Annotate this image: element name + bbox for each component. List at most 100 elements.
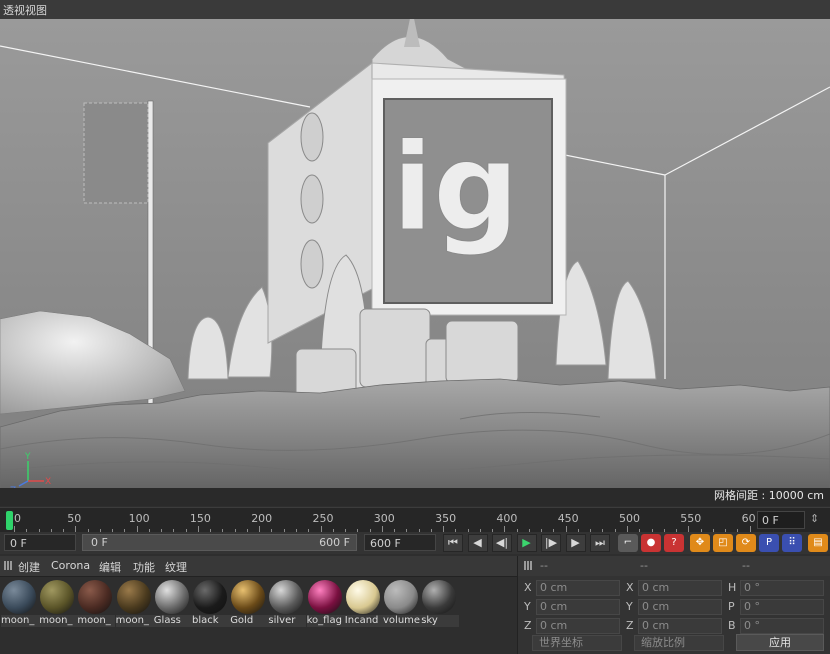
material-preview-icon: [193, 580, 227, 614]
material-swatch[interactable]: sky: [421, 579, 460, 627]
material-preview-icon: [40, 580, 75, 614]
material-name: moon_: [115, 615, 154, 627]
prev-frame-button[interactable]: ◀|: [492, 534, 512, 552]
next-frame-button[interactable]: |▶: [541, 534, 561, 552]
scale-key-button[interactable]: ◰: [713, 534, 733, 552]
coord-axis-label: Z: [524, 619, 532, 632]
material-swatch[interactable]: silver: [268, 579, 307, 627]
timeline-ruler[interactable]: 0 50 100 150 200 250 300 350 400 450 500 550 60 0 F …: [0, 507, 830, 533]
end-frame-field[interactable]: 600 F: [364, 534, 436, 551]
material-preview-icon: [154, 580, 189, 614]
material-menu-item[interactable]: 编辑: [99, 559, 121, 575]
coord-header-rotation: --: [742, 559, 750, 572]
material-swatch[interactable]: Gold: [230, 579, 269, 627]
material-name: black: [192, 615, 230, 627]
coordinate-system-dropdown[interactable]: 世界坐标: [532, 635, 622, 651]
material-menu-item[interactable]: Corona: [51, 559, 90, 572]
coord-value-field[interactable]: 0 cm: [536, 580, 620, 596]
move-key-button[interactable]: ✥: [690, 534, 710, 552]
perspective-viewport[interactable]: ig Y X 网格间距: 10000 cm: [0, 19, 830, 506]
coord-header-size: --: [640, 559, 648, 572]
material-name: Glass: [153, 615, 192, 627]
material-swatch[interactable]: moon_: [39, 579, 78, 627]
coord-axis-label: Y: [524, 600, 531, 613]
material-swatch[interactable]: ko_flag: [306, 579, 345, 627]
material-swatch[interactable]: black: [192, 579, 230, 627]
material-preview-icon: [269, 580, 304, 614]
panel-grip-icon[interactable]: [524, 561, 533, 570]
go-to-start-button[interactable]: ⏮: [443, 534, 463, 552]
coord-value-field[interactable]: 0 °: [740, 599, 824, 615]
coord-value-field[interactable]: 0 cm: [638, 580, 722, 596]
apply-button[interactable]: 应用: [736, 634, 824, 651]
material-preview-icon: [116, 580, 151, 614]
material-swatch[interactable]: moon_: [1, 579, 39, 627]
coord-axis-label: Z: [626, 619, 634, 632]
record-active-button[interactable]: ●: [641, 534, 661, 552]
material-name: ko_flag: [306, 615, 345, 627]
viewport-title-bar: 透视视图: [0, 0, 830, 20]
coord-value-field[interactable]: 0 cm: [638, 599, 722, 615]
start-frame-field[interactable]: 0 F: [4, 534, 76, 551]
coord-value-field[interactable]: 0 °: [740, 580, 824, 596]
coord-value-field[interactable]: 0 cm: [638, 618, 722, 634]
material-menu-bar: 创建 Corona 编辑 功能 纹理: [0, 556, 517, 577]
panel-grip-icon[interactable]: [4, 561, 13, 570]
material-preview-icon: [345, 580, 380, 614]
material-name: volume: [383, 615, 421, 627]
coord-axis-label: H: [728, 581, 737, 594]
material-swatch[interactable]: moon_: [77, 579, 116, 627]
coord-axis-label: X: [626, 581, 634, 594]
material-name: Gold: [230, 615, 269, 627]
play-button[interactable]: ▶: [516, 534, 537, 552]
viewport-title: 透视视图: [3, 4, 47, 17]
range-slider[interactable]: 0 F 600 F: [82, 534, 357, 551]
autokey-button[interactable]: ?: [664, 534, 684, 552]
go-to-end-button[interactable]: ⏭: [590, 534, 610, 552]
material-preview-icon: [2, 580, 36, 614]
material-name: Incand: [344, 615, 383, 627]
material-name: moon_: [77, 615, 116, 627]
timeline-tick-label: 0: [14, 512, 21, 525]
timeline-open-button[interactable]: ▤: [808, 534, 828, 552]
timeline-tick-label: 50: [67, 512, 82, 525]
timeline-tick-label: 550: [680, 512, 702, 525]
timeline-tick-label: 100: [128, 512, 150, 525]
coord-value-field[interactable]: 0 cm: [536, 599, 620, 615]
coord-value-field[interactable]: 0 °: [740, 618, 824, 634]
axis-x-label: X: [45, 477, 51, 487]
material-preview-icon: [422, 580, 457, 614]
playhead[interactable]: [6, 511, 13, 530]
material-swatch[interactable]: Glass: [153, 579, 192, 627]
timeline-tick-label: 450: [557, 512, 579, 525]
next-key-button[interactable]: ▶: [565, 534, 586, 552]
frame-field-stepper-icon[interactable]: ⇕: [810, 512, 819, 525]
rotate-key-button[interactable]: ⟳: [736, 534, 756, 552]
keyframe-key-button[interactable]: ⌐: [618, 534, 638, 552]
range-start-label: 0 F: [91, 536, 108, 549]
transport-bar: 0 F 0 F 600 F 600 F ⏮ ◀ ◀| ▶ |▶ ▶ ⏭ ⌐ ●? ✥ ◰ ⟳ P ⠿ ▤: [0, 532, 830, 554]
material-swatch[interactable]: Incand: [344, 579, 383, 627]
coord-value-field[interactable]: 0 cm: [536, 618, 620, 634]
viewport-scene: ig Y X: [0, 19, 830, 506]
lander-logo: ig: [392, 119, 519, 258]
point-level-button[interactable]: ⠿: [782, 534, 802, 552]
material-preview-icon: [307, 580, 342, 614]
material-name: sky: [421, 615, 460, 627]
timeline-tick-label: 60: [741, 512, 756, 525]
coord-axis-label: X: [524, 581, 532, 594]
timeline-tick-label: 500: [619, 512, 640, 525]
param-key-button[interactable]: P: [759, 534, 779, 552]
material-swatch[interactable]: moon_: [115, 579, 154, 627]
material-menu-item[interactable]: 创建: [18, 559, 40, 575]
current-frame-field[interactable]: 0 F: [757, 511, 805, 529]
grid-spacing-label: 网格间距 : 10000 cm: [714, 489, 824, 502]
timeline-tick-label: 150: [189, 512, 211, 525]
viewport-status-bar: [0, 488, 830, 506]
prev-key-button[interactable]: ◀: [467, 534, 488, 552]
material-menu-item[interactable]: 功能: [133, 559, 155, 575]
material-menu-item[interactable]: 纹理: [165, 559, 187, 575]
scale-mode-dropdown[interactable]: 缩放比例: [634, 635, 724, 651]
material-preview-icon: [384, 580, 418, 614]
material-swatch[interactable]: volume: [383, 579, 421, 627]
